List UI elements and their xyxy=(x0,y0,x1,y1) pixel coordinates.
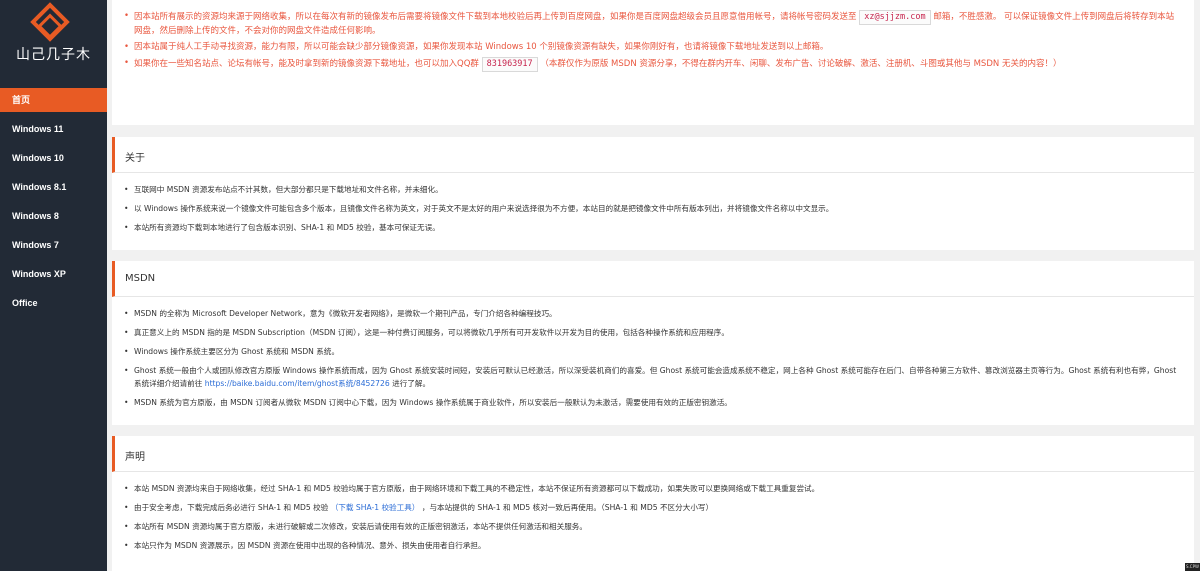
list-item: 本站所有 MSDN 资源均属于官方原版，未进行破解或二次修改，安装后请使用有效的… xyxy=(124,520,1182,533)
main-content: 因本站所有展示的资源均来源于网络收集，所以在每次有新的镜像发布后需要将镜像文件下… xyxy=(112,0,1194,571)
sidebar-item-windows-7[interactable]: Windows 7 xyxy=(0,233,107,257)
ghost-baike-link[interactable]: https://baike.baidu.com/item/ghost系统/845… xyxy=(205,379,390,388)
notice-item: 因本站所有展示的资源均来源于网络收集，所以在每次有新的镜像发布后需要将镜像文件下… xyxy=(124,10,1182,37)
panel-header: 声明 xyxy=(112,436,1194,472)
list-item: Windows 操作系统主要区分为 Ghost 系统和 MSDN 系统。 xyxy=(124,345,1182,358)
notice-text: 因本站属于纯人工手动寻找资源，能力有限，所以可能会缺少部分镜像资源，如果你发现本… xyxy=(134,42,829,52)
sidebar-item-office[interactable]: Office xyxy=(0,291,107,315)
notice-text: 如果你在一些知名站点、论坛有帐号，能及时拿到新的镜像资源下载地址，也可以加入QQ… xyxy=(134,59,479,69)
sidebar-item-windows-8-1[interactable]: Windows 8.1 xyxy=(0,175,107,199)
list-item: 真正意义上的 MSDN 指的是 MSDN Subscription（MSDN 订… xyxy=(124,326,1182,339)
notice-item: 因本站属于纯人工手动寻找资源，能力有限，所以可能会缺少部分镜像资源，如果你发现本… xyxy=(124,41,1182,53)
logo-diamond-icon xyxy=(30,2,70,42)
logo-text: 山己几子木 xyxy=(16,47,91,63)
notice-text: （本群仅作为原版 MSDN 资源分享，不得在群内开车、闲聊、发布广告、讨论破解、… xyxy=(540,59,1062,69)
list-item: 本站 MSDN 资源均来自于网络收集，经过 SHA-1 和 MD5 校验均属于官… xyxy=(124,482,1182,495)
list-item: 本站只作为 MSDN 资源展示，因 MSDN 资源在使用中出现的各种情况、意外、… xyxy=(124,539,1182,552)
list-item: Ghost 系统一般由个人或团队修改官方原版 Windows 操作系统而成，因为… xyxy=(124,364,1182,390)
sidebar-nav: 首页 Windows 11 Windows 10 Windows 8.1 Win… xyxy=(0,88,107,320)
qq-group-number: 831963917 xyxy=(481,57,538,72)
statement-panel: 声明 本站 MSDN 资源均来自于网络收集，经过 SHA-1 和 MD5 校验均… xyxy=(112,436,1194,571)
list-item: 互联网中 MSDN 资源发布站点不计其数，但大部分都只是下载地址和文件名称，并未… xyxy=(124,183,1182,196)
list-item: MSDN 系统为官方原版，由 MSDN 订阅者从微软 MSDN 订阅中心下载，因… xyxy=(124,396,1182,409)
notice-panel: 因本站所有展示的资源均来源于网络收集，所以在每次有新的镜像发布后需要将镜像文件下… xyxy=(112,0,1194,125)
site-logo[interactable]: 山己几子木 xyxy=(0,0,107,80)
statement-text: 由于安全考虑，下载完成后务必进行 SHA-1 和 MD5 校验 xyxy=(134,503,329,512)
panel-header: 关于 xyxy=(112,137,1194,173)
panel-header: MSDN xyxy=(112,261,1194,297)
contact-email: xz@sjjzm.com xyxy=(859,10,931,25)
ghost-text: 进行了解。 xyxy=(392,379,431,388)
list-item: 由于安全考虑，下载完成后务必进行 SHA-1 和 MD5 校验 （下载 SHA-… xyxy=(124,501,1182,514)
sidebar: 山己几子木 首页 Windows 11 Windows 10 Windows 8… xyxy=(0,0,107,571)
list-item: 本站所有资源均下载到本地进行了包含版本识别、SHA-1 和 MD5 校验，基本可… xyxy=(124,221,1182,234)
msdn-title: MSDN xyxy=(125,273,156,284)
statement-text: ，与本站提供的 SHA-1 和 MD5 核对一致后再使用。（SHA-1 和 MD… xyxy=(421,503,714,512)
list-item: MSDN 的全称为 Microsoft Developer Network，意为… xyxy=(124,307,1182,320)
sidebar-item-home[interactable]: 首页 xyxy=(0,88,107,112)
notice-item: 如果你在一些知名站点、论坛有帐号，能及时拿到新的镜像资源下载地址，也可以加入QQ… xyxy=(124,57,1182,72)
notice-text: 因本站所有展示的资源均来源于网络收集，所以在每次有新的镜像发布后需要将镜像文件下… xyxy=(134,12,857,22)
msdn-panel: MSDN MSDN 的全称为 Microsoft Developer Netwo… xyxy=(112,261,1194,425)
sidebar-item-windows-11[interactable]: Windows 11 xyxy=(0,117,107,141)
sha1-tool-download-link[interactable]: （下载 SHA-1 校验工具） xyxy=(331,503,420,512)
sidebar-item-windows-8[interactable]: Windows 8 xyxy=(0,204,107,228)
statement-title: 声明 xyxy=(125,452,145,463)
corner-badge: S.CPW xyxy=(1185,563,1200,571)
sidebar-item-windows-xp[interactable]: Windows XP xyxy=(0,262,107,286)
about-panel: 关于 互联网中 MSDN 资源发布站点不计其数，但大部分都只是下载地址和文件名称… xyxy=(112,137,1194,250)
about-title: 关于 xyxy=(125,153,145,164)
sidebar-item-windows-10[interactable]: Windows 10 xyxy=(0,146,107,170)
notice-text: 邮箱，不胜感激。 xyxy=(933,12,1002,22)
list-item: 以 Windows 操作系统来说一个镜像文件可能包含多个版本，且镜像文件名称为英… xyxy=(124,202,1182,215)
